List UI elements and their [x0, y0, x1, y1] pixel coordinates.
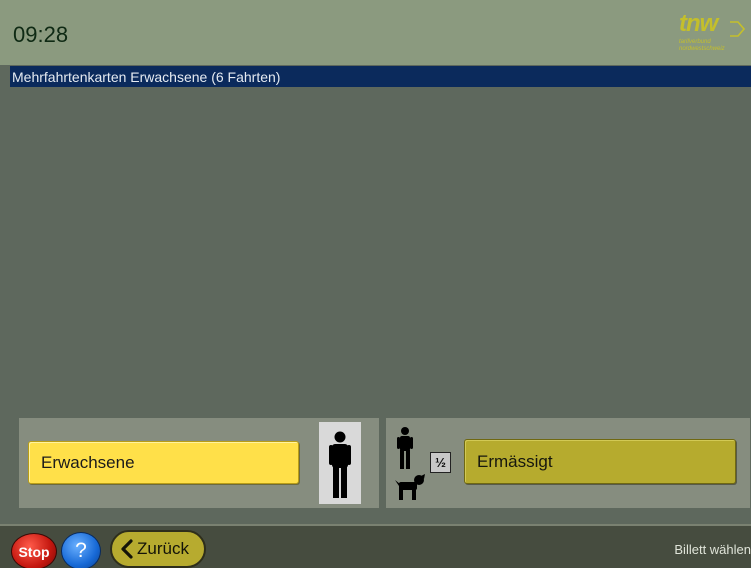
logo-arrow-icon [730, 21, 745, 37]
back-button[interactable]: Zurück [110, 530, 206, 568]
adult-person-icon [329, 431, 351, 498]
logo-text: tnw [679, 10, 718, 37]
stop-button[interactable]: Stop [11, 533, 57, 568]
page-title: Mehrfahrtenkarten Erwachsene (6 Fahrten) [10, 66, 751, 87]
tnw-logo: tnw tarifverbund nordwestschweiz [676, 10, 748, 56]
back-button-label: Zurück [137, 539, 189, 558]
bottom-bar: Stop ? Zurück Billett wählen [0, 524, 751, 568]
content-area [10, 87, 751, 412]
header: 09:28 tnw tarifverbund nordwestschweiz [0, 0, 751, 65]
child-person-icon [397, 427, 413, 469]
help-button[interactable]: ? [61, 532, 101, 568]
adult-option-panel: Erwachsene [19, 418, 379, 508]
adult-button[interactable]: Erwachsene [28, 441, 299, 484]
logo-subtext: tarifverbund nordwestschweiz [679, 39, 725, 52]
reduced-button[interactable]: Ermässigt [464, 439, 736, 484]
half-fare-icon: ½ [430, 452, 451, 473]
chevron-left-icon [121, 539, 133, 559]
status-text: Billett wählen [674, 542, 751, 557]
dog-icon [395, 474, 425, 500]
adult-person-icon-box [319, 422, 361, 504]
reduced-option-panel: ½ Ermässigt [386, 418, 750, 508]
clock: 09:28 [13, 22, 69, 47]
